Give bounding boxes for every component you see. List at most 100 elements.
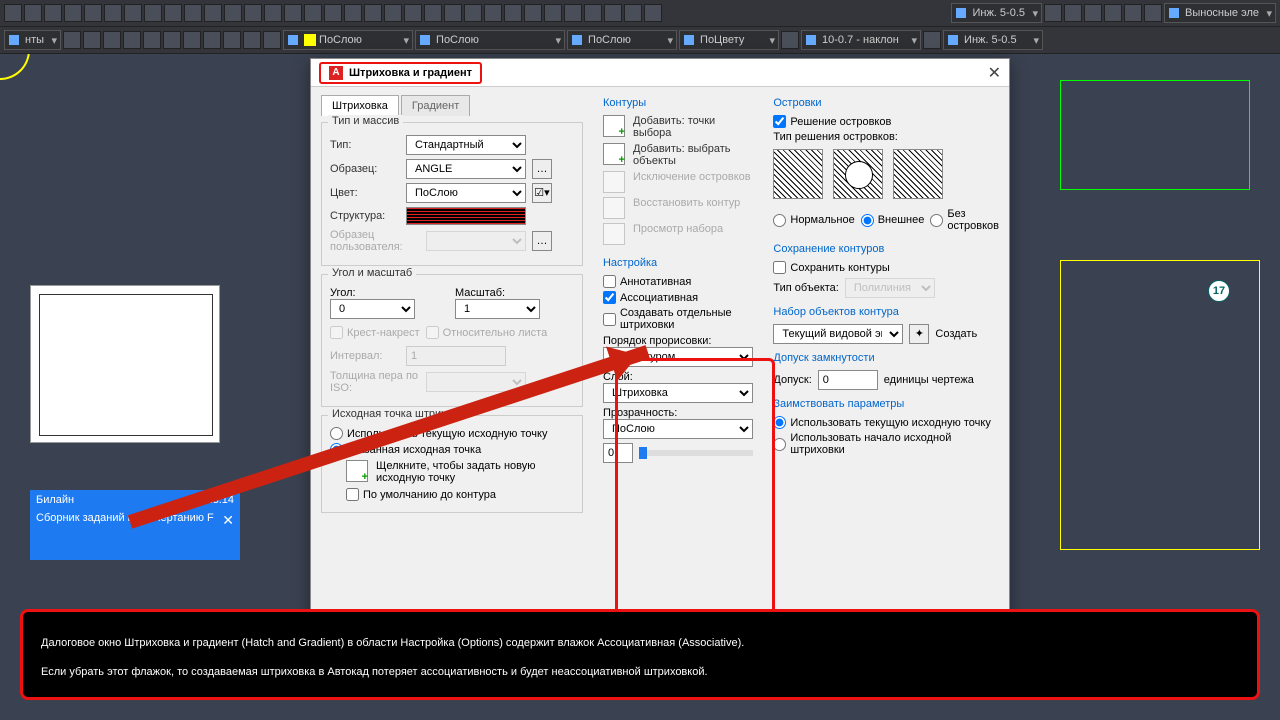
tool-icon[interactable]: [164, 4, 182, 22]
pattern-swatch[interactable]: [406, 207, 526, 225]
angle-select[interactable]: 0: [330, 299, 415, 319]
tool-icon[interactable]: [1064, 4, 1082, 22]
layer-combo[interactable]: нты: [4, 30, 61, 50]
island-ignore-icon[interactable]: [893, 149, 943, 199]
tab-hatch[interactable]: Штриховка: [321, 95, 399, 116]
tool-icon[interactable]: [424, 4, 442, 22]
tool-icon[interactable]: [184, 4, 202, 22]
close-button[interactable]: ✕: [988, 63, 1001, 83]
dialog-title: Штриховка и градиент: [349, 67, 472, 79]
tool-icon[interactable]: [781, 31, 799, 49]
tool-icon[interactable]: [144, 4, 162, 22]
island-ignore-radio[interactable]: Без островков: [930, 208, 999, 232]
tool-icon[interactable]: [244, 4, 262, 22]
add-pickpoints-icon[interactable]: [603, 115, 625, 137]
tool-icon[interactable]: [124, 4, 142, 22]
tool-icon[interactable]: [103, 31, 121, 49]
dimstyle-combo[interactable]: Инж. 5-0.5: [943, 30, 1043, 50]
tool-icon[interactable]: [24, 4, 42, 22]
tool-icon[interactable]: [444, 4, 462, 22]
tool-icon[interactable]: [1044, 4, 1062, 22]
boundaryset-select[interactable]: Текущий видовой экран: [773, 324, 903, 344]
tool-icon[interactable]: [624, 4, 642, 22]
island-outer-radio[interactable]: Внешнее: [861, 208, 925, 232]
tool-icon[interactable]: [504, 4, 522, 22]
style-combo[interactable]: Выносные эле: [1164, 3, 1276, 23]
tool-icon[interactable]: [4, 4, 22, 22]
tab-gradient[interactable]: Градиент: [401, 95, 470, 116]
tool-icon[interactable]: [484, 4, 502, 22]
tool-icon[interactable]: [524, 4, 542, 22]
tool-icon[interactable]: [84, 4, 102, 22]
tool-icon[interactable]: [464, 4, 482, 22]
type-select[interactable]: Стандартный: [406, 135, 526, 155]
tool-icon[interactable]: [64, 4, 82, 22]
inherit-source-radio[interactable]: Использовать начало исходной штриховки: [773, 432, 999, 456]
tool-icon[interactable]: [163, 31, 181, 49]
tolerance-input[interactable]: [818, 370, 878, 390]
caption-box: Далоговое окно Штриховка и градиент (Hat…: [20, 609, 1260, 700]
pattern-select[interactable]: ANGLE: [406, 159, 526, 179]
tool-icon[interactable]: [223, 31, 241, 49]
style-combo[interactable]: Инж. 5-0.5: [951, 3, 1042, 23]
color-select[interactable]: ПоСлою: [406, 183, 526, 203]
tool-icon[interactable]: [564, 4, 582, 22]
tool-icon[interactable]: [604, 4, 622, 22]
tool-icon[interactable]: [364, 4, 382, 22]
tool-icon[interactable]: [404, 4, 422, 22]
tool-icon[interactable]: [203, 31, 221, 49]
separate-checkbox[interactable]: Создавать отдельные штриховки: [603, 307, 753, 331]
pick-origin-icon[interactable]: [346, 460, 368, 482]
retain-checkbox[interactable]: Сохранить контуры: [773, 261, 999, 274]
tool-icon[interactable]: [384, 4, 402, 22]
tool-icon[interactable]: [44, 4, 62, 22]
island-normal-radio[interactable]: Нормальное: [773, 208, 854, 232]
default-boundary-checkbox[interactable]: По умолчанию до контура: [346, 488, 574, 501]
pattern-browse-button[interactable]: …: [532, 159, 552, 179]
tool-icon[interactable]: [304, 4, 322, 22]
tool-icon[interactable]: [544, 4, 562, 22]
tool-icon[interactable]: [644, 4, 662, 22]
linetype-combo[interactable]: ПоСлою: [415, 30, 565, 50]
inherit-current-radio[interactable]: Использовать текущую исходную точку: [773, 416, 999, 429]
transparency-slider[interactable]: [639, 447, 647, 459]
transparency-select[interactable]: ПоСлою: [603, 419, 753, 439]
tool-icon[interactable]: [83, 31, 101, 49]
associative-checkbox[interactable]: Ассоциативная: [603, 291, 753, 304]
bgcolor-button[interactable]: ☑▾: [532, 183, 552, 203]
tool-icon[interactable]: [324, 4, 342, 22]
island-outer-icon[interactable]: [833, 149, 883, 199]
add-select-icon[interactable]: [603, 143, 625, 165]
textstyle-combo[interactable]: 10-0.7 - наклон: [801, 30, 921, 50]
transparency-value[interactable]: [603, 443, 633, 463]
close-icon[interactable]: ✕: [222, 512, 234, 529]
tool-icon[interactable]: [63, 31, 81, 49]
color-combo[interactable]: ПоСлою: [283, 30, 413, 50]
island-normal-icon[interactable]: [773, 149, 823, 199]
tool-icon[interactable]: [243, 31, 261, 49]
tool-icon[interactable]: [183, 31, 201, 49]
tool-icon[interactable]: [1144, 4, 1162, 22]
layer-select[interactable]: Штриховка: [603, 383, 753, 403]
hatch-gradient-dialog: A Штриховка и градиент ✕ Штриховка Гради…: [310, 58, 1010, 658]
tool-icon[interactable]: [1124, 4, 1142, 22]
tool-icon[interactable]: [224, 4, 242, 22]
tool-icon[interactable]: [584, 4, 602, 22]
lineweight-combo[interactable]: ПоСлою: [567, 30, 677, 50]
tool-icon[interactable]: [264, 4, 282, 22]
tool-icon[interactable]: [344, 4, 362, 22]
tool-icon[interactable]: [263, 31, 281, 49]
scale-select[interactable]: 1: [455, 299, 540, 319]
tool-icon[interactable]: [104, 4, 122, 22]
tool-icon[interactable]: [284, 4, 302, 22]
new-boundary-icon[interactable]: ✦: [909, 324, 929, 344]
tool-icon[interactable]: [123, 31, 141, 49]
annotative-checkbox[interactable]: Аннотативная: [603, 275, 753, 288]
plotstyle-combo[interactable]: ПоЦвету: [679, 30, 779, 50]
tool-icon[interactable]: [204, 4, 222, 22]
tool-icon[interactable]: [1104, 4, 1122, 22]
tool-icon[interactable]: [1084, 4, 1102, 22]
island-detect-checkbox[interactable]: Решение островков: [773, 115, 999, 128]
tool-icon[interactable]: [923, 31, 941, 49]
tool-icon[interactable]: [143, 31, 161, 49]
